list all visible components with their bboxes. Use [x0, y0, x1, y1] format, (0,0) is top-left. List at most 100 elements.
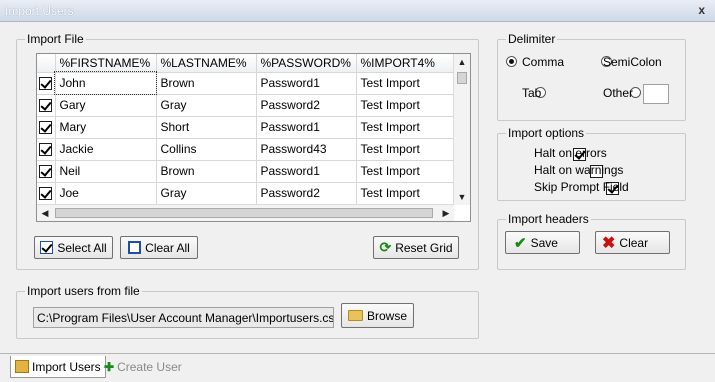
import-options-legend: Import options	[506, 126, 587, 140]
row-select-cell[interactable]	[37, 160, 56, 183]
row-select-cell[interactable]	[37, 72, 56, 95]
table-cell[interactable]: Gary	[55, 94, 157, 117]
row-checkbox[interactable]	[39, 187, 53, 201]
table-cell[interactable]: Password2	[256, 182, 357, 205]
other-delimiter-input[interactable]	[643, 84, 669, 104]
column-header[interactable]: %LASTNAME%	[156, 54, 257, 73]
column-header[interactable]: %IMPORT4%	[356, 54, 457, 73]
row-checkbox[interactable]	[39, 77, 53, 91]
users-grid[interactable]: %FIRSTNAME% %LASTNAME% %PASSWORD% %IMPOR…	[36, 53, 471, 222]
halt-on-warnings-label[interactable]: Halt on warnings	[534, 163, 623, 177]
comma-radio[interactable]	[506, 56, 517, 67]
browse-label: Browse	[366, 308, 407, 323]
skip-prompt-field-label[interactable]: Skip Prompt Field	[534, 180, 629, 194]
scroll-right-icon[interactable]: ▶	[438, 205, 454, 221]
table-cell[interactable]: Password2	[256, 94, 357, 117]
table-cell[interactable]: Brown	[156, 72, 257, 95]
row-select-cell[interactable]	[37, 94, 56, 117]
clear-label: Clear	[619, 235, 649, 250]
table-cell[interactable]: Jackie	[55, 138, 157, 161]
table-row[interactable]: Joe Gray Password2 Test Import	[37, 182, 457, 205]
select-all-label: Select All	[57, 240, 107, 255]
window-title: Import Users	[5, 4, 74, 18]
table-cell[interactable]: Joe	[55, 182, 157, 205]
table-row[interactable]: Gary Gray Password2 Test Import	[37, 94, 457, 117]
table-cell[interactable]: Test Import	[356, 72, 457, 95]
table-cell[interactable]: Gray	[156, 182, 257, 205]
tab-import-users-label: Import Users	[32, 359, 101, 374]
table-row[interactable]: Neil Brown Password1 Test Import	[37, 160, 457, 183]
refresh-icon: ⟳	[379, 239, 392, 255]
tab-import-users[interactable]: Import Users	[10, 356, 106, 378]
select-all-button[interactable]: Select All	[34, 236, 113, 259]
table-cell[interactable]: Test Import	[356, 182, 457, 205]
table-cell[interactable]: Password43	[256, 138, 357, 161]
table-cell[interactable]: Gray	[156, 94, 257, 117]
table-cell[interactable]: Test Import	[356, 160, 457, 183]
column-header[interactable]: %PASSWORD%	[256, 54, 357, 73]
grid-header-row: %FIRSTNAME% %LASTNAME% %PASSWORD% %IMPOR…	[37, 54, 457, 73]
row-checkbox[interactable]	[39, 99, 53, 113]
semicolon-label[interactable]: SemiColon	[603, 55, 662, 69]
x-mark-icon: ✖	[602, 234, 616, 252]
users-table: %FIRSTNAME% %LASTNAME% %PASSWORD% %IMPOR…	[37, 54, 457, 205]
vertical-scroll-thumb[interactable]	[457, 72, 467, 84]
delimiter-legend: Delimiter	[506, 32, 558, 46]
row-select-cell[interactable]	[37, 138, 56, 161]
row-select-cell[interactable]	[37, 116, 56, 139]
clear-all-button[interactable]: Clear All	[120, 236, 198, 259]
reset-grid-label: Reset Grid	[395, 240, 453, 255]
table-row[interactable]: Jackie Collins Password43 Test Import	[37, 138, 457, 161]
other-label[interactable]: Other	[603, 86, 633, 100]
delimiter-group: Delimiter	[497, 32, 686, 121]
reset-grid-button[interactable]: ⟳ Reset Grid	[373, 236, 459, 259]
clear-all-label: Clear All	[145, 240, 190, 255]
browse-button[interactable]: Browse	[341, 303, 414, 328]
table-cell[interactable]: Neil	[55, 160, 157, 183]
checked-box-icon	[40, 241, 54, 254]
table-cell[interactable]: Test Import	[356, 138, 457, 161]
row-checkbox[interactable]	[39, 143, 53, 157]
save-label: Save	[530, 235, 558, 250]
grid-horizontal-scrollbar[interactable]: ◀ ▶	[37, 204, 454, 221]
scroll-down-icon[interactable]: ▼	[454, 189, 470, 205]
scroll-up-icon[interactable]: ▲	[454, 54, 470, 70]
add-user-icon: ✚	[104, 360, 115, 374]
horizontal-scroll-thumb[interactable]	[55, 208, 433, 218]
scroll-left-icon[interactable]: ◀	[37, 205, 53, 221]
row-checkbox[interactable]	[39, 121, 53, 135]
table-cell[interactable]: Mary	[55, 116, 157, 139]
table-cell[interactable]: Password1	[256, 160, 357, 183]
tab-label[interactable]: Tab	[522, 86, 541, 100]
table-cell[interactable]: John	[54, 71, 157, 95]
table-cell[interactable]: Short	[156, 116, 257, 139]
import-users-icon	[15, 360, 29, 373]
halt-on-errors-label[interactable]: Halt on errors	[534, 146, 607, 160]
row-select-cell[interactable]	[37, 182, 56, 205]
file-path-field[interactable]: C:\Program Files\User Account Manager\Im…	[33, 307, 334, 328]
checkmark-icon: ✔	[514, 234, 527, 252]
folder-icon	[347, 310, 363, 321]
tab-create-user[interactable]: ✚ Create User	[100, 356, 186, 378]
grid-corner	[37, 54, 56, 73]
comma-label[interactable]: Comma	[522, 55, 564, 69]
table-cell[interactable]: Brown	[156, 160, 257, 183]
table-cell[interactable]: Collins	[156, 138, 257, 161]
table-cell[interactable]: Password1	[256, 116, 357, 139]
table-cell[interactable]: Test Import	[356, 116, 457, 139]
save-button[interactable]: ✔ Save	[505, 231, 580, 254]
tab-strip: Import Users ✚ Create User	[0, 353, 715, 382]
close-icon[interactable]: x	[698, 3, 705, 17]
table-cell[interactable]: Test Import	[356, 94, 457, 117]
row-checkbox[interactable]	[39, 165, 53, 179]
empty-box-icon	[128, 241, 142, 254]
tab-create-user-label: Create User	[117, 360, 182, 374]
table-row[interactable]: John Brown Password1 Test Import	[37, 71, 457, 95]
import-headers-legend: Import headers	[506, 212, 591, 226]
clear-button[interactable]: ✖ Clear	[595, 231, 670, 254]
title-bar: Import Users x	[0, 0, 715, 22]
table-cell[interactable]: Password1	[256, 72, 357, 95]
grid-vertical-scrollbar[interactable]: ▲ ▼	[453, 54, 470, 205]
column-header[interactable]: %FIRSTNAME%	[55, 54, 157, 73]
table-row[interactable]: Mary Short Password1 Test Import	[37, 116, 457, 139]
